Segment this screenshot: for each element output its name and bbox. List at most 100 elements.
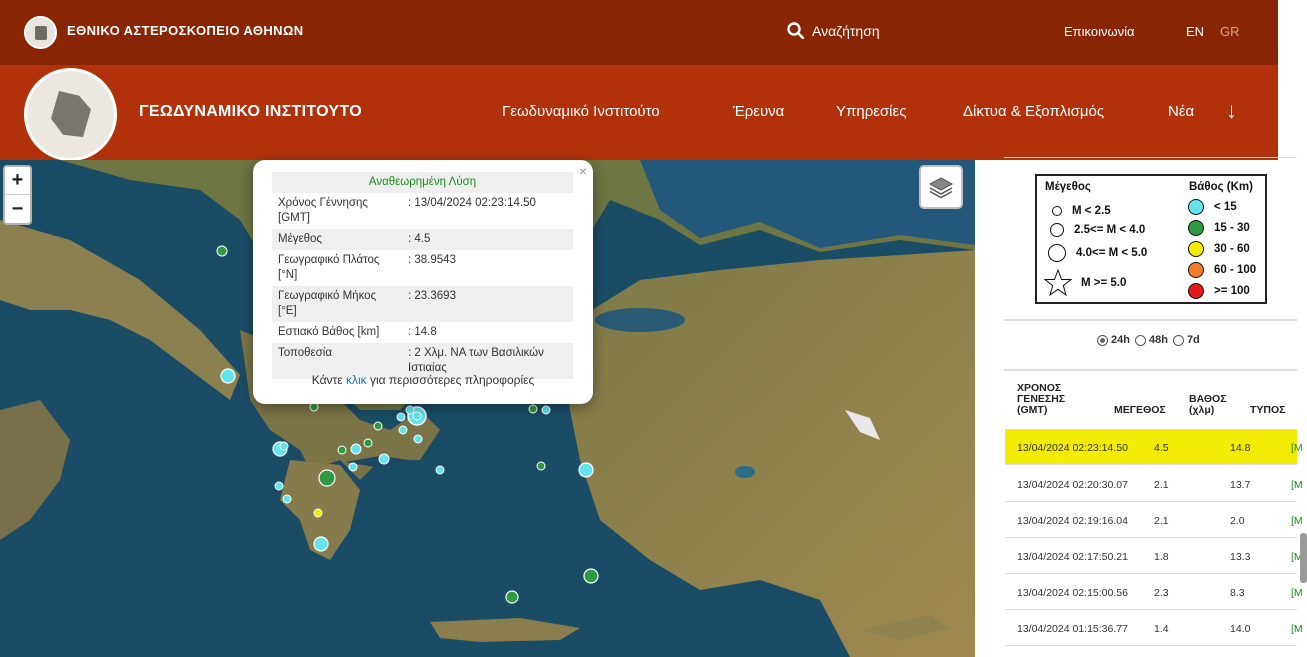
cell-time: 13/04/2024 02:23:14.50	[1017, 442, 1128, 454]
circle-medium-icon	[1050, 223, 1064, 237]
popup-close-button[interactable]: ×	[579, 163, 587, 179]
legend-depth-label: 30 - 60	[1214, 243, 1250, 255]
legend-mag-label: M < 2.5	[1072, 205, 1111, 217]
cell-type[interactable]: [M	[1291, 515, 1303, 527]
search-label: Αναζήτηση	[812, 22, 880, 39]
scrollbar-thumb[interactable]	[1300, 533, 1307, 583]
cell-depth: 13.3	[1230, 551, 1251, 563]
more-prefix: Κάντε	[311, 373, 343, 387]
nav-item-networks[interactable]: Δίκτυα & Εξοπλισμός	[963, 103, 1104, 120]
event-details: Αναθεωρημένη Λύση Χρόνος Γέννησης [GMT]:…	[272, 172, 573, 379]
observatory-logo[interactable]	[24, 16, 57, 49]
circle-cyan-icon	[1188, 199, 1204, 215]
legend-mag-row: 4.0<= M < 5.0	[1047, 243, 1147, 263]
cell-depth: 13.7	[1230, 479, 1251, 491]
cell-type[interactable]: [M	[1291, 479, 1303, 491]
col-header-magnitude[interactable]: ΜΕΓΕΘΟΣ	[1114, 405, 1166, 416]
cell-depth: 14.8	[1230, 442, 1251, 454]
divider	[1004, 369, 1297, 371]
divider	[1004, 157, 1297, 158]
radio-24h[interactable]	[1097, 334, 1108, 346]
col-header-time[interactable]: ΧΡΟΝΟΣ ΓΕΝΕΣΗΣ (GMT)	[1017, 383, 1065, 416]
cell-time: 13/04/2024 01:15:36.77	[1017, 623, 1128, 635]
circle-yellow-icon	[1188, 241, 1204, 257]
zoom-out-button[interactable]: −	[5, 195, 30, 223]
cell-depth: 14.0	[1230, 623, 1251, 635]
contact-link[interactable]: Επικοινωνία	[1064, 24, 1135, 39]
col-header-type[interactable]: ΤΥΠΟΣ	[1250, 405, 1285, 416]
legend-mag-label: 2.5<= M < 4.0	[1074, 224, 1146, 236]
cell-time: 13/04/2024 02:19:16.04	[1017, 515, 1128, 527]
detail-value: : 23.3693	[408, 290, 456, 302]
circle-orange-icon	[1188, 262, 1204, 278]
legend-depth-title: Βάθος (Km)	[1189, 181, 1253, 193]
detail-value: : 4.5	[408, 233, 431, 245]
time-filter: 24h 48h 7d	[1097, 334, 1200, 346]
legend-mag-row: M >= 5.0	[1044, 269, 1126, 297]
col-header-depth-line: (χλμ)	[1189, 404, 1215, 416]
detail-label: Εστιακό Βάθος [km]	[278, 326, 380, 338]
cell-magnitude: 2.3	[1154, 587, 1169, 599]
cell-magnitude: 1.8	[1154, 551, 1169, 563]
more-suffix: για περισσότερες πληροφορίες	[369, 373, 535, 387]
main-nav: ΓΕΩΔΥΝΑΜΙΚΟ ΙΝΣΤΙΤΟΥΤΟ Γεωδυναμικό Ινστι…	[0, 65, 1278, 161]
table-row[interactable]: 13/04/2024 02:20:30.07 2.1 13.7 [M	[1005, 466, 1303, 502]
legend-depth-label: 60 - 100	[1214, 264, 1257, 276]
radio-7d-label[interactable]: 7d	[1187, 334, 1200, 346]
table-row[interactable]: 13/04/2024 02:19:16.04 2.1 2.0 [M	[1005, 502, 1303, 538]
popup-heading: Αναθεωρημένη Λύση	[272, 172, 573, 193]
table-row[interactable]: 13/04/2024 02:15:00.56 2.3 8.3 [M	[1005, 574, 1303, 610]
table-row[interactable]: 13/04/2024 01:15:36.77 1.4 14.0 [M	[1005, 610, 1303, 646]
legend-depth-row: 15 - 30	[1187, 219, 1250, 237]
lang-gr-link[interactable]: GR	[1220, 24, 1240, 39]
layers-button[interactable]	[919, 165, 963, 209]
org-name[interactable]: ΕΘΝΙΚΟ ΑΣΤΕΡΟΣΚΟΠΕΙΟ ΑΘΗΝΩΝ	[67, 23, 304, 38]
nav-item-services[interactable]: Υπηρεσίες	[836, 103, 906, 120]
legend-mag-row: M < 2.5	[1051, 205, 1111, 217]
col-header-time-line: (GMT)	[1017, 404, 1048, 416]
legend-depth-row: 30 - 60	[1187, 240, 1250, 258]
circle-green-icon	[1188, 220, 1204, 236]
legend-depth-label: >= 100	[1214, 285, 1250, 297]
detail-label: Γεωγραφικό Μήκος [°E]	[278, 290, 377, 317]
nav-item-institute[interactable]: Γεωδυναμικό Ινστιτούτο	[502, 103, 660, 120]
detail-label: Χρόνος Γέννησης [GMT]	[278, 197, 368, 224]
cell-type[interactable]: [M	[1291, 623, 1303, 635]
cell-type[interactable]: [M	[1291, 587, 1303, 599]
radio-7d[interactable]	[1172, 334, 1184, 346]
radio-48h-label[interactable]: 48h	[1149, 334, 1168, 346]
legend: Μέγεθος Βάθος (Km) M < 2.5 2.5<= M < 4.0…	[1035, 174, 1267, 304]
radio-24h-label[interactable]: 24h	[1111, 334, 1130, 346]
legend-mag-label: M >= 5.0	[1081, 277, 1127, 289]
divider	[1004, 319, 1297, 321]
institute-logo[interactable]	[24, 68, 117, 161]
cell-depth: 2.0	[1230, 515, 1245, 527]
table-row[interactable]: 13/04/2024 02:17:50.21 1.8 13.3 [M	[1005, 538, 1303, 574]
legend-depth-row: < 15	[1187, 198, 1237, 216]
institute-title[interactable]: ΓΕΩΔΥΝΑΜΙΚΟ ΙΝΣΤΙΤΟΥΤΟ	[139, 103, 362, 121]
radio-48h[interactable]	[1134, 334, 1146, 346]
nav-item-news[interactable]: Νέα	[1168, 103, 1194, 120]
zoom-in-button[interactable]: +	[5, 167, 30, 195]
cell-time: 13/04/2024 02:17:50.21	[1017, 551, 1128, 563]
zoom-control: + −	[3, 165, 32, 225]
search-button[interactable]: Αναζήτηση	[787, 22, 880, 39]
detail-label: Μέγεθος	[278, 233, 322, 245]
search-icon	[787, 22, 804, 39]
cell-time: 13/04/2024 02:15:00.56	[1017, 587, 1128, 599]
detail-value: : 38.9543	[408, 254, 456, 266]
arrow-down-icon[interactable]: ↓	[1226, 98, 1237, 124]
top-bar: ΕΘΝΙΚΟ ΑΣΤΕΡΟΣΚΟΠΕΙΟ ΑΘΗΝΩΝ Αναζήτηση Επ…	[0, 0, 1278, 65]
legend-mag-label: 4.0<= M < 5.0	[1076, 247, 1148, 259]
lang-en-link[interactable]: EN	[1186, 24, 1204, 39]
nav-item-research[interactable]: Έρευνα	[733, 103, 784, 120]
col-header-depth[interactable]: ΒΑΘΟΣ (χλμ)	[1189, 394, 1227, 416]
cell-magnitude: 4.5	[1154, 442, 1169, 454]
legend-mag-row: 2.5<= M < 4.0	[1049, 222, 1145, 238]
legend-depth-row: >= 100	[1187, 282, 1250, 300]
cell-type[interactable]: [M	[1291, 442, 1303, 454]
more-info-link[interactable]: κλικ	[346, 373, 367, 387]
cell-time: 13/04/2024 02:20:30.07	[1017, 479, 1128, 491]
circle-large-icon	[1048, 244, 1066, 262]
table-row[interactable]: 13/04/2024 02:23:14.50 4.5 14.8 [M	[1005, 429, 1303, 465]
